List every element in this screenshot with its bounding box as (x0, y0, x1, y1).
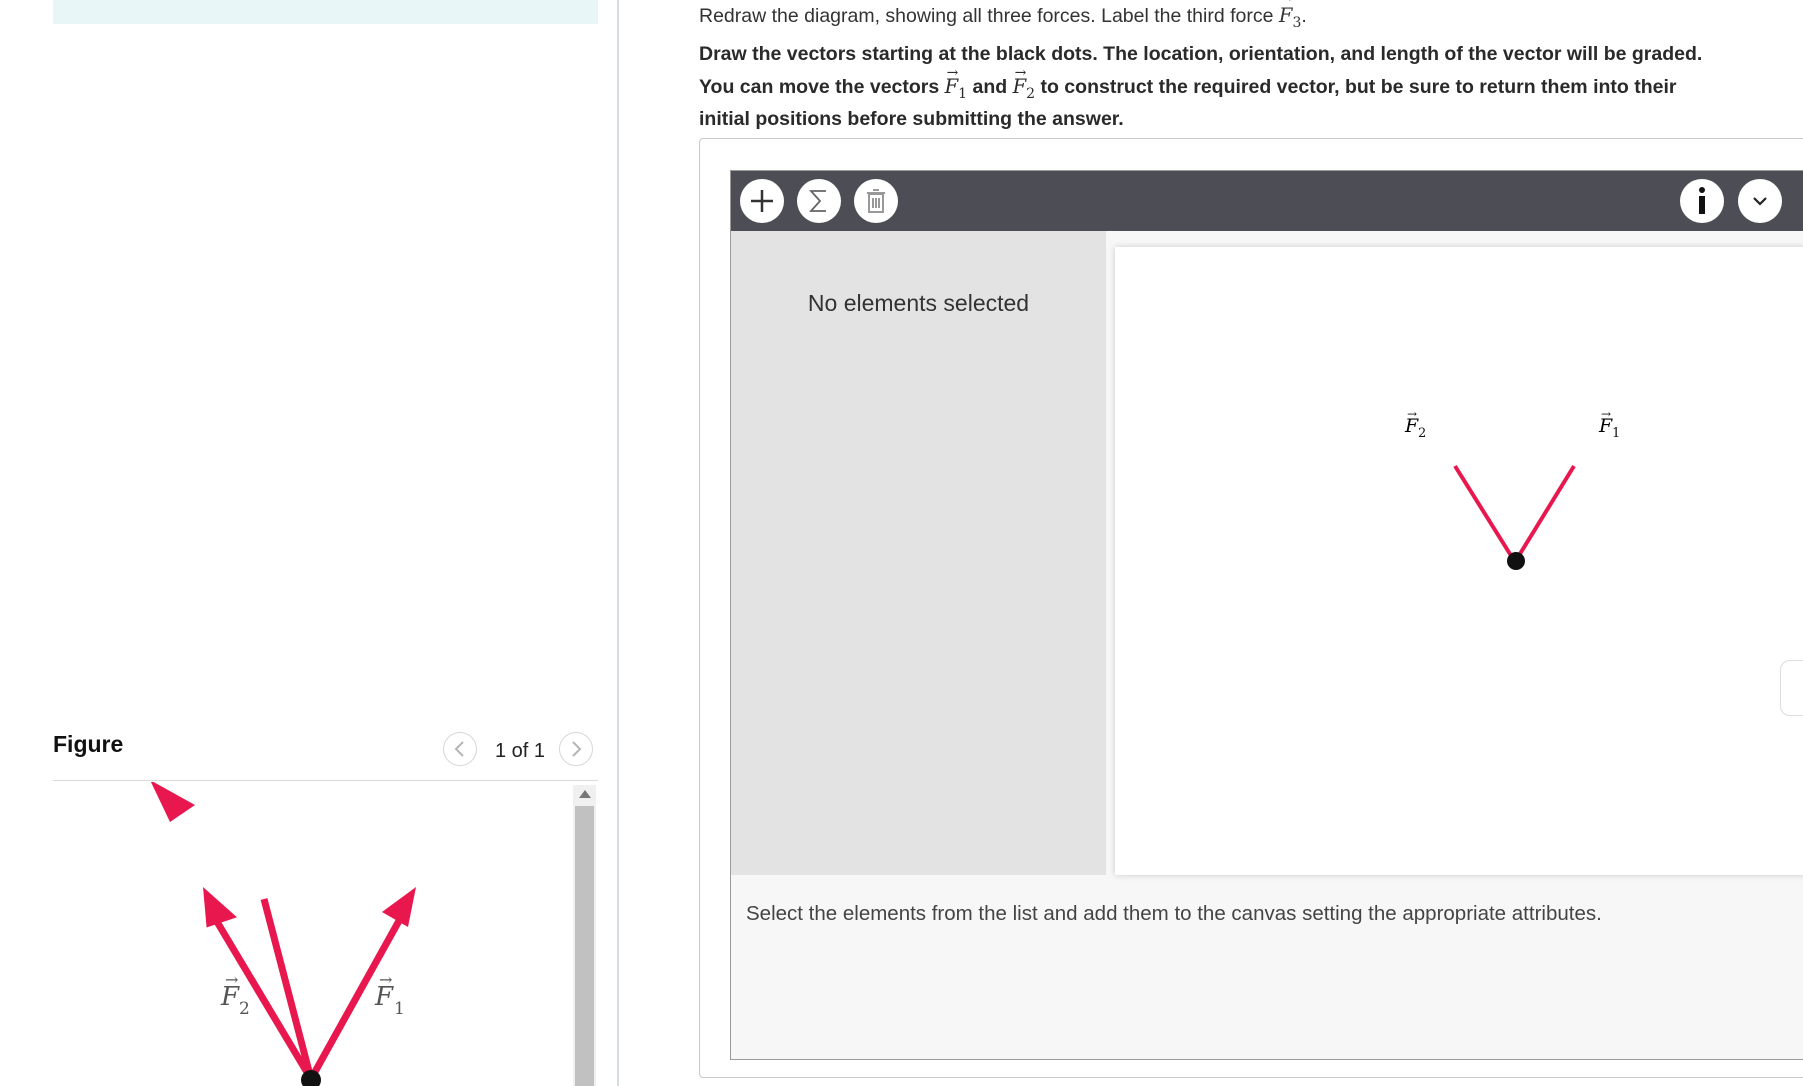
grading-instructions: Draw the vectors starting at the black d… (699, 42, 1719, 132)
previous-figure-button[interactable] (443, 732, 477, 766)
arrow-accent-icon: → (225, 970, 238, 989)
figure-vector-f1-arrowhead (382, 887, 416, 927)
instruction-line-2: You can move the vectors → F1 and → F2 to … (699, 65, 1719, 132)
figure-pager-text: 1 of 1 (495, 740, 546, 762)
vector-subscript: 1 (958, 85, 968, 102)
arrow-accent-icon: → (946, 65, 959, 81)
figure-label-f2-sub: 2 (239, 999, 250, 1019)
plus-icon (751, 190, 773, 212)
question-instruction: Redraw the diagram, showing all three fo… (699, 0, 1307, 31)
vector-letter: F (1278, 4, 1293, 27)
sigma-icon (808, 190, 826, 212)
chevron-right-icon (572, 741, 582, 757)
canvas-diagram: F 2 → F 1 → (1404, 407, 1620, 570)
figure-label-f1-sub: 1 (394, 999, 405, 1019)
vector-sum-button[interactable] (797, 179, 841, 223)
instruction-line-1: Draw the vectors starting at the black d… (699, 43, 1703, 65)
canvas-label-f1-sub: 1 (1612, 426, 1620, 441)
figure-title: Figure (53, 731, 124, 757)
info-button[interactable] (1680, 179, 1724, 223)
figure-vector-f2 (260, 898, 315, 1080)
vector-subscript: 2 (1026, 85, 1036, 102)
figure-divider (53, 780, 598, 781)
figure-vector-f2-head (150, 782, 195, 822)
figure-scrollbar-thumb[interactable] (575, 806, 594, 1086)
chevron-down-icon (1753, 197, 1767, 206)
vector-subscript: 3 (1292, 14, 1302, 31)
side-panel-handle[interactable] (1780, 660, 1803, 716)
arrow-accent-icon: → (379, 970, 392, 989)
trash-icon (867, 189, 885, 213)
toolbar-menu-button[interactable] (1738, 179, 1782, 223)
vector-f3-symbol: →F3 (1278, 0, 1302, 31)
canvas-vector-f2[interactable] (1453, 464, 1517, 564)
vector-f1-symbol: → F1 (945, 65, 968, 107)
scroll-up-button[interactable] (573, 785, 596, 803)
canvas-label-f2-sub: 2 (1418, 426, 1426, 441)
no-selection-text: No elements selected (807, 290, 1030, 316)
properties-panel (731, 231, 1106, 875)
chevron-left-icon (454, 741, 464, 757)
tool-hint-text: Select the elements from the list and ad… (746, 902, 1602, 925)
triangle-up-icon (578, 790, 591, 798)
panel-separator (617, 0, 619, 1086)
canvas-origin-dot[interactable] (1507, 552, 1525, 570)
next-figure-button[interactable] (559, 732, 593, 766)
canvas-vector-f1[interactable] (1513, 464, 1576, 564)
vector-f2-symbol: → F2 (1013, 65, 1036, 107)
arrow-accent-icon: → (1014, 65, 1027, 81)
instruction-text: and (972, 76, 1008, 98)
arrow-accent-icon: → (1281, 0, 1293, 7)
drawing-canvas[interactable]: F 2 → F 1 → (1115, 247, 1803, 875)
figure-vector-f2-arrowhead (203, 887, 237, 928)
instruction-text: You can move the vectors (699, 76, 940, 98)
add-element-button[interactable] (740, 179, 784, 223)
arrow-accent-icon: → (1407, 407, 1417, 421)
delete-button[interactable] (854, 179, 898, 223)
figure-diagram: F 2 → F 1 → (150, 782, 416, 1086)
arrow-accent-icon: → (1601, 407, 1611, 421)
instruction-period: . (1301, 5, 1307, 27)
intro-text-box (53, 0, 598, 24)
instruction-text: Redraw the diagram, showing all three fo… (699, 5, 1274, 27)
info-icon (1699, 187, 1705, 214)
